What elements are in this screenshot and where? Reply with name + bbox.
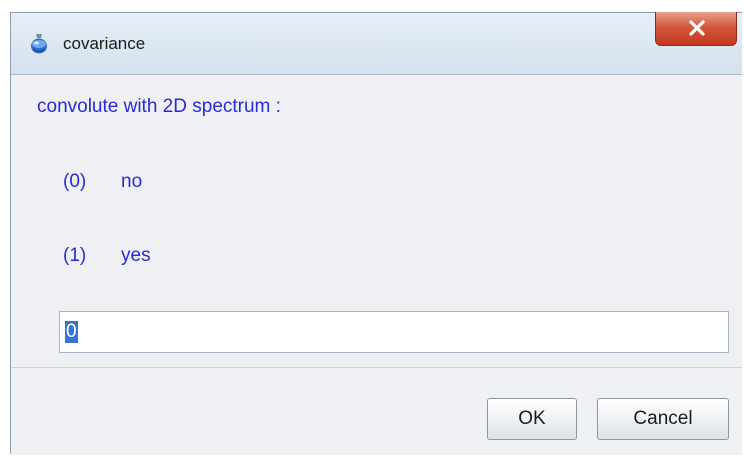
ok-button[interactable]: OK [487,398,577,440]
option-no: (0) no [63,170,142,194]
option-label: yes [121,245,151,266]
option-label: no [121,171,143,192]
dialog-content: convolute with 2D spectrum : (0) no (1) ye… [11,75,742,367]
cancel-button[interactable]: Cancel [597,398,729,440]
close-button[interactable] [655,12,737,46]
option-index: (1) [63,245,87,266]
close-icon [689,20,705,36]
stage: covariance convolute with 2D spectrum : … [0,0,744,458]
window-title: covariance [63,34,146,53]
title-bar[interactable]: covariance [11,12,742,75]
option-index: (0) [63,171,87,192]
answer-input[interactable]: 0 [59,311,729,353]
dialog-window: covariance convolute with 2D spectrum : … [10,12,742,455]
input-selected-value[interactable]: 0 [65,321,78,343]
button-bar: OK Cancel [11,367,742,455]
option-yes: (1) yes [63,244,151,268]
prompt-text: convolute with 2D spectrum : [37,96,281,117]
flask-icon [29,33,49,55]
